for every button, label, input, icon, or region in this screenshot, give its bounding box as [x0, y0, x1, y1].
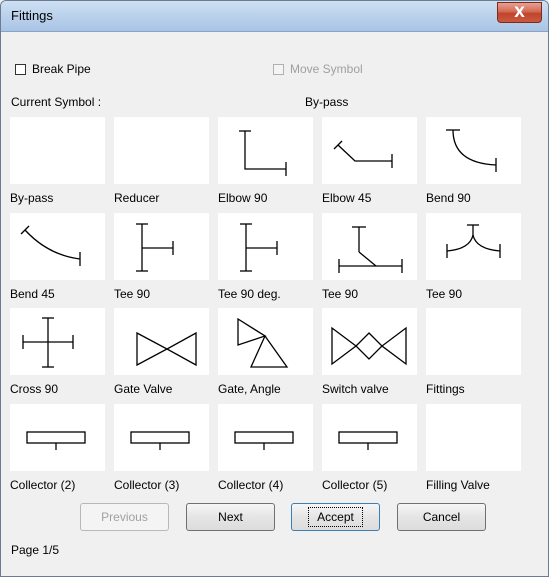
- symbol-label: Reducer: [114, 191, 160, 205]
- cross-90-icon: [22, 317, 74, 368]
- symbol-tile-collector-2[interactable]: [10, 404, 105, 471]
- close-icon: X: [514, 4, 525, 21]
- close-button[interactable]: X: [497, 2, 542, 23]
- blank-icon: [10, 117, 105, 184]
- previous-label: Previous: [101, 510, 148, 524]
- break-pipe-checkbox[interactable]: Break Pipe: [15, 62, 91, 76]
- symbol-tile-by-pass[interactable]: [10, 117, 105, 184]
- symbol-label: Tee 90 deg.: [218, 287, 281, 301]
- previous-button[interactable]: Previous: [80, 503, 169, 531]
- symbol-label: Collector (4): [218, 478, 284, 492]
- symbol-tile-tee-90[interactable]: [114, 213, 209, 280]
- symbol-label: Bend 90: [426, 191, 471, 205]
- symbol-tile-fittings[interactable]: [426, 308, 521, 375]
- collector-icon: [234, 431, 294, 450]
- symbol-label: Tee 90: [114, 287, 151, 301]
- elbow-45-icon: [333, 140, 393, 168]
- angle-valve-icon: [237, 317, 289, 368]
- blank-icon: [426, 404, 521, 471]
- symbol-label: Elbow 90: [218, 191, 268, 205]
- symbol-label: Gate, Angle: [218, 382, 281, 396]
- switch-valve-icon: [331, 326, 407, 366]
- symbol-tile-elbow-90[interactable]: [218, 117, 313, 184]
- symbol-label: Elbow 45: [322, 191, 372, 205]
- accept-label: Accept: [308, 507, 363, 527]
- tee-45-icon: [338, 226, 403, 273]
- collector-icon: [130, 431, 190, 450]
- accept-button[interactable]: Accept: [291, 503, 380, 531]
- blank-icon: [114, 117, 209, 184]
- checkbox-box[interactable]: [15, 63, 26, 75]
- bend-45-icon: [20, 225, 81, 266]
- symbol-label: Switch valve: [322, 382, 389, 396]
- symbol-tile-tee-90[interactable]: [426, 213, 521, 280]
- checkbox-box[interactable]: [273, 63, 284, 75]
- symbol-label: Collector (2): [10, 478, 76, 492]
- symbol-tile-bend-45[interactable]: [10, 213, 105, 280]
- page-indicator: Page 1/5: [11, 543, 60, 557]
- symbol-label: Gate Valve: [114, 382, 173, 396]
- break-pipe-label: Break Pipe: [32, 62, 91, 76]
- symbol-label: Collector (3): [114, 478, 180, 492]
- cancel-button[interactable]: Cancel: [397, 503, 486, 531]
- current-symbol-caption: Current Symbol :: [11, 95, 102, 109]
- collector-icon: [26, 431, 86, 450]
- symbol-tile-gate-angle[interactable]: [218, 308, 313, 375]
- symbol-tile-reducer[interactable]: [114, 117, 209, 184]
- tee-y-icon: [446, 224, 501, 258]
- symbol-tile-tee-90[interactable]: [322, 213, 417, 280]
- symbol-tile-bend-90[interactable]: [426, 117, 521, 184]
- dialog-body: Break Pipe Move Symbol Current Symbol : …: [9, 32, 538, 568]
- symbol-label: Fittings: [426, 382, 465, 396]
- title-bar[interactable]: Fittings X: [1, 1, 548, 32]
- symbol-label: Cross 90: [10, 382, 59, 396]
- elbow-90-icon: [239, 130, 287, 176]
- collector-icon: [338, 431, 398, 450]
- bend-90-icon: [446, 129, 497, 172]
- symbol-label: Filling Valve: [426, 478, 490, 492]
- move-symbol-label: Move Symbol: [290, 62, 363, 76]
- next-label: Next: [218, 510, 243, 524]
- symbol-tile-filling-valve[interactable]: [426, 404, 521, 471]
- window-title: Fittings: [11, 8, 53, 23]
- symbol-tile-cross-90[interactable]: [10, 308, 105, 375]
- symbol-tile-tee-90-deg[interactable]: [218, 213, 313, 280]
- symbol-label: Collector (5): [322, 478, 388, 492]
- symbol-tile-elbow-45[interactable]: [322, 117, 417, 184]
- cancel-label: Cancel: [422, 510, 461, 524]
- gate-valve-icon: [136, 331, 197, 367]
- symbol-tile-collector-5[interactable]: [322, 404, 417, 471]
- symbol-tile-collector-3[interactable]: [114, 404, 209, 471]
- symbol-tile-collector-4[interactable]: [218, 404, 313, 471]
- next-button[interactable]: Next: [186, 503, 275, 531]
- tee-90-icon: [136, 223, 174, 272]
- current-symbol-value: By-pass: [305, 95, 349, 109]
- symbol-label: By-pass: [10, 191, 54, 205]
- blank-icon: [426, 308, 521, 375]
- symbol-label: Tee 90: [322, 287, 359, 301]
- symbol-label: Bend 45: [10, 287, 55, 301]
- fittings-dialog: Fittings X Break Pipe Move Symbol Curren…: [0, 0, 549, 577]
- tee-90-deg-icon: [240, 223, 278, 272]
- move-symbol-checkbox[interactable]: Move Symbol: [273, 62, 363, 76]
- symbol-tile-switch-valve[interactable]: [322, 308, 417, 375]
- symbol-label: Tee 90: [426, 287, 463, 301]
- symbol-tile-gate-valve[interactable]: [114, 308, 209, 375]
